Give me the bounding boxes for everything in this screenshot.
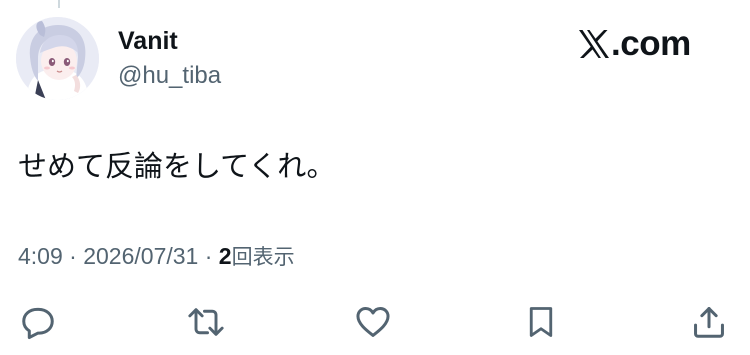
heart-icon <box>356 307 390 337</box>
bookmark-button[interactable] <box>519 300 563 344</box>
brand-domain-text: .com <box>611 24 691 63</box>
tweet-metadata: 4:09 · 2026/07/31 · 2回表示 <box>18 242 295 271</box>
meta-separator: · <box>62 243 84 269</box>
action-bar <box>0 300 750 344</box>
brand-logo: .com <box>578 26 691 62</box>
avatar[interactable] <box>16 17 99 100</box>
meta-separator: · <box>198 243 219 269</box>
tweet-card: Vanit @hu_tiba .com せめて反論をしてくれ。 4:09 · 2… <box>0 0 750 355</box>
views-label: 回表示 <box>231 245 295 269</box>
views-count[interactable]: 2 <box>219 243 232 269</box>
tweet-date[interactable]: 2026/07/31 <box>83 243 198 269</box>
share-button[interactable] <box>687 300 731 344</box>
x-logo-icon <box>578 29 610 59</box>
tweet-text: せめて反論をしてくれ。 <box>18 149 336 183</box>
reply-icon <box>22 307 54 340</box>
reply-button[interactable] <box>16 300 60 344</box>
author-handle[interactable]: @hu_tiba <box>118 61 221 91</box>
bookmark-icon <box>529 307 553 337</box>
retweet-icon <box>188 308 224 336</box>
avatar-illustration <box>16 17 99 100</box>
author-name[interactable]: Vanit <box>118 26 178 56</box>
like-button[interactable] <box>351 300 395 344</box>
share-icon <box>694 307 724 338</box>
tweet-time[interactable]: 4:09 <box>18 243 63 269</box>
retweet-button[interactable] <box>184 300 228 344</box>
